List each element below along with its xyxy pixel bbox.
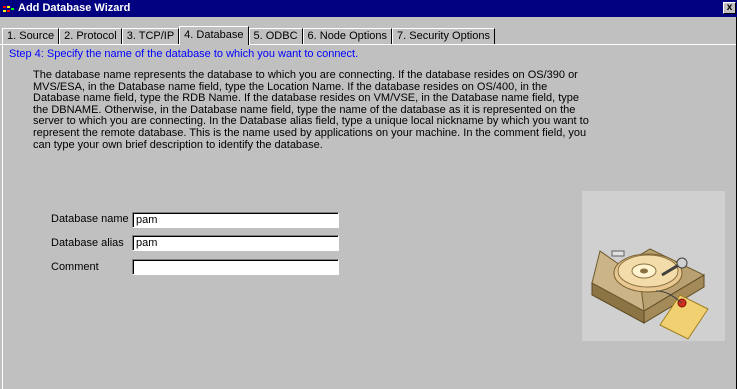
database-alias-input[interactable]	[132, 235, 339, 251]
database-alias-label: Database alias	[51, 237, 124, 249]
add-database-wizard-window: Add Database Wizard x 1. Source 2. Proto…	[0, 0, 737, 389]
window-title: Add Database Wizard	[18, 2, 131, 14]
close-icon: x	[726, 2, 733, 13]
tab-source[interactable]: 1. Source	[2, 28, 60, 45]
wizard-tabs: 1. Source 2. Protocol 3. TCP/IP 4. Datab…	[2, 26, 495, 45]
database-name-input[interactable]	[132, 212, 339, 228]
tab-odbc[interactable]: 5. ODBC	[248, 28, 303, 45]
tab-database[interactable]: 4. Database	[179, 26, 249, 45]
illustration-panel	[582, 191, 725, 341]
tab-node-options[interactable]: 6. Node Options	[302, 28, 393, 45]
tab-security-options[interactable]: 7. Security Options	[392, 28, 495, 45]
database-hard-drive-with-tag-icon	[590, 248, 709, 340]
comment-label: Comment	[51, 261, 99, 273]
tab-tcp-ip[interactable]: 3. TCP/IP	[121, 28, 180, 45]
step-description: The database name represents the databas…	[33, 69, 589, 151]
wizard-icon	[3, 6, 14, 12]
close-button[interactable]: x	[723, 2, 736, 14]
step-heading: Step 4: Specify the name of the database…	[9, 48, 359, 60]
database-name-label: Database name	[51, 213, 129, 225]
title-bar[interactable]: Add Database Wizard x	[0, 0, 737, 17]
tab-protocol[interactable]: 2. Protocol	[59, 28, 122, 45]
comment-input[interactable]	[132, 259, 339, 275]
